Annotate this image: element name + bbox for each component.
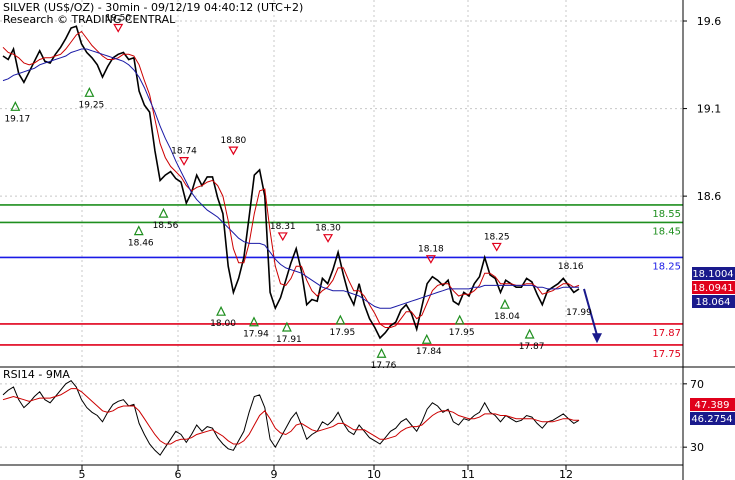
fast-ma-line: [2, 30, 580, 328]
x-tick-label: 5: [79, 468, 86, 480]
pivot-low-label: 17.95: [449, 328, 475, 338]
rsi-value-label: 46.2754: [691, 414, 732, 425]
pivot-low-label: 17.84: [416, 347, 442, 357]
pivot-low-label: 18.04: [494, 312, 520, 322]
pivot-high-marker: [322, 234, 334, 243]
rsi-tick-label: 30: [690, 441, 704, 454]
pivot-low-marker: [454, 314, 465, 325]
price-note-label: 17.99: [566, 308, 592, 318]
rsi-panel: [0, 380, 683, 456]
price-note-label: 18.16: [558, 262, 584, 272]
pivot-high-label: 18.18: [418, 245, 444, 255]
pivot-low-marker: [335, 314, 346, 325]
rsi-tick-label: 70: [690, 378, 704, 391]
rsi-title: RSI14 - 9MA: [3, 368, 70, 381]
pivot-low-marker: [421, 333, 432, 344]
pivot-low-marker: [133, 225, 144, 236]
pivot-low-marker: [84, 86, 95, 97]
pivot-low-label: 17.94: [243, 330, 269, 340]
pivot-low-marker: [499, 298, 510, 309]
forecast-arrow-head: [592, 333, 602, 344]
pivot-low-label: 18.00: [210, 319, 236, 329]
pivot-low-label: 17.91: [276, 335, 302, 345]
pivot-high-label: 18.30: [315, 224, 341, 234]
pivot-low-marker: [376, 347, 387, 358]
pivot-low-marker: [10, 100, 21, 111]
price-series: [2, 25, 602, 344]
rsi-ma-line: [2, 388, 579, 445]
level-label: 18.45: [652, 226, 681, 237]
price-box-label: 18.0941: [692, 283, 733, 294]
pivot-high-label: 18.25: [484, 232, 510, 242]
pivot-low-label: 17.95: [329, 328, 355, 338]
x-tick-label: 11: [461, 468, 475, 480]
rsi-value-label: 47.389: [695, 400, 730, 411]
pivot-high-label: 18.74: [171, 147, 197, 157]
pivot-high-marker: [277, 232, 288, 242]
pivot-high-marker: [228, 146, 239, 156]
x-tick-label: 10: [367, 468, 381, 480]
level-label: 18.25: [652, 261, 681, 272]
level-label: 18.55: [652, 209, 681, 220]
pivot-high-label: 18.80: [221, 136, 247, 146]
price-tick-label: 19.1: [697, 103, 722, 116]
price-tick-label: 18.6: [697, 190, 722, 203]
pivot-low-marker: [216, 305, 227, 316]
pivot-high-marker: [178, 157, 190, 166]
price-line: [2, 25, 580, 340]
price-tick-label: 19.6: [697, 15, 722, 28]
chart-source: Research © TRADING CENTRAL: [3, 13, 176, 26]
pivot-low-label: 18.56: [153, 221, 179, 231]
pivot-low-label: 19.17: [4, 114, 30, 124]
x-tick-label: 12: [559, 468, 573, 480]
level-label: 17.75: [652, 349, 681, 360]
level-label: 17.87: [652, 328, 681, 339]
pivot-low-label: 19.25: [79, 100, 105, 110]
pivot-low-marker: [158, 207, 169, 218]
pivot-high-marker: [491, 242, 502, 252]
price-box-label: 18.1004: [692, 269, 733, 280]
pivot-low-label: 18.46: [128, 239, 154, 249]
pivot-annotations: 19.1719.2519.5018.4618.5618.7418.8018.00…: [4, 14, 592, 372]
pivot-low-label: 17.76: [371, 361, 397, 371]
rsi-line: [2, 380, 580, 456]
pivot-low-label: 17.87: [519, 342, 545, 352]
pivot-high-label: 18.31: [270, 222, 296, 232]
x-tick-label: 9: [271, 468, 278, 480]
price-box-label: 18.064: [696, 297, 731, 308]
chart-grid: [0, 0, 683, 465]
pivot-low-marker: [524, 328, 535, 339]
chart-canvas: 18.5518.4518.2517.8717.75 19.1719.2519.5…: [0, 0, 735, 480]
x-tick-label: 6: [175, 468, 182, 480]
